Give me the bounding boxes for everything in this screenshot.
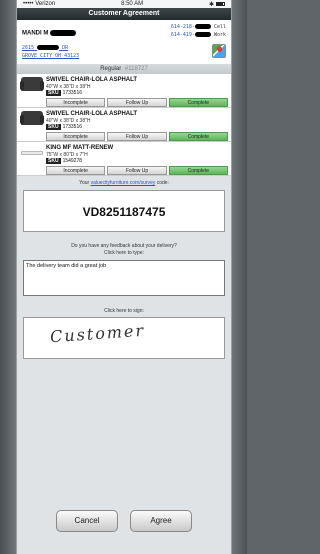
- item-name: SWIVEL CHAIR-LOLA ASPHALT: [46, 111, 137, 117]
- item-sku: SKU 1733516: [46, 90, 82, 96]
- sku-number: 1733516: [62, 124, 83, 130]
- carrier-signal: ••••• Verizon: [23, 1, 55, 7]
- list-item: SWIVEL CHAIR-LOLA ASPHALT 40"W x 38"D x …: [17, 108, 231, 142]
- agree-button[interactable]: Agree: [130, 510, 192, 532]
- list-item: SWIVEL CHAIR-LOLA ASPHALT 40"W x 38"D x …: [17, 74, 231, 108]
- follow-up-button[interactable]: Follow Up: [107, 98, 167, 107]
- sofa-image: [20, 77, 44, 91]
- complete-button[interactable]: Complete: [168, 166, 228, 175]
- map-pin-icon: [215, 45, 224, 53]
- sign-prompt: Click here to sign:: [104, 308, 144, 314]
- page-title: Customer Agreement: [17, 8, 231, 20]
- phone-work-link[interactable]: 614-419- Work: [171, 31, 226, 39]
- redaction-mark: [50, 30, 77, 36]
- address-suffix: DR: [62, 45, 69, 51]
- redaction-mark: [194, 32, 211, 37]
- complete-button[interactable]: Complete: [168, 98, 228, 107]
- mattress-image: [21, 151, 43, 155]
- sku-tag: SKU: [46, 158, 61, 164]
- redaction-mark: [194, 24, 211, 29]
- item-list: SWIVEL CHAIR-LOLA ASPHALT 40"W x 38"D x …: [17, 74, 231, 176]
- complete-button[interactable]: Complete: [168, 132, 228, 141]
- survey-suffix: code:: [156, 180, 169, 186]
- incomplete-button[interactable]: Incomplete: [46, 132, 106, 141]
- map-icon[interactable]: [212, 44, 226, 58]
- sku-tag: SKU: [46, 90, 61, 96]
- customer-panel: MANDI M 2615 DR GROVE CITY OH 43123 614-…: [17, 20, 231, 64]
- address-line-2: GROVE CITY OH 43123: [22, 53, 80, 59]
- status-bar: ••••• Verizon 8:50 AM ✱: [17, 0, 231, 8]
- sku-number: 1549278: [62, 158, 83, 164]
- survey-code: VD8251187475: [23, 190, 225, 232]
- item-sku: SKU 1549278: [46, 158, 82, 164]
- follow-up-button[interactable]: Follow Up: [107, 166, 167, 175]
- list-item: KING MF MATT-RENEW 75"W x 80"D x 7"H SKU…: [17, 142, 231, 176]
- customer-phones: 614-218- Cell 614-419- Work: [171, 23, 226, 39]
- item-actions: Incomplete Follow Up Complete: [46, 132, 228, 141]
- carrier-label: Verizon: [35, 1, 56, 7]
- signal-icon: •••••: [23, 1, 34, 7]
- clock: 8:50 AM: [121, 1, 144, 7]
- item-name: SWIVEL CHAIR-LOLA ASPHALT: [46, 77, 137, 83]
- item-actions: Incomplete Follow Up Complete: [46, 166, 228, 175]
- sofa-image: [20, 111, 44, 125]
- feedback-hint: Click here to type:: [103, 250, 145, 256]
- bluetooth-icon: ✱: [208, 1, 214, 8]
- phone-screen: ••••• Verizon 8:50 AM ✱ Customer Agreeme…: [16, 0, 232, 554]
- phone-work-label: Work: [213, 32, 226, 38]
- customer-name-text: MANDI M: [22, 30, 49, 37]
- survey-link[interactable]: valuecityfurniture.com/survey: [91, 180, 156, 186]
- follow-up-button[interactable]: Follow Up: [107, 132, 167, 141]
- order-type: Regular: [100, 66, 122, 72]
- backdrop-left: [0, 0, 16, 554]
- sku-number: 1733516: [62, 90, 83, 96]
- order-header: Regular #118727: [17, 64, 231, 74]
- battery-icon: [216, 2, 225, 6]
- customer-name: MANDI M: [22, 30, 77, 37]
- status-icons: ✱: [209, 1, 225, 8]
- feedback-question-text: Do you have any feedback about your deli…: [71, 243, 177, 249]
- customer-address-link[interactable]: 2615 DR GROVE CITY OH 43123: [22, 44, 79, 60]
- item-name: KING MF MATT-RENEW: [46, 145, 114, 151]
- order-ticket: #118727: [124, 66, 148, 72]
- signature-pad[interactable]: Customer: [23, 317, 225, 359]
- item-sku: SKU 1733516: [46, 124, 82, 130]
- survey-prefix: Your: [79, 180, 90, 186]
- feedback-textarea[interactable]: The delivery team did a great job: [23, 260, 225, 296]
- address-number: 2615: [22, 45, 35, 51]
- signature-stroke: Customer: [49, 320, 146, 347]
- phone-cell-number: 614-218-: [170, 24, 195, 30]
- phone-cell-label: Cell: [213, 24, 226, 30]
- sku-tag: SKU: [46, 124, 61, 130]
- redaction-mark: [37, 45, 60, 50]
- phone-cell-link[interactable]: 614-218- Cell: [171, 23, 226, 31]
- address-line-1: 2615 DR: [22, 44, 79, 52]
- phone-work-number: 614-419-: [170, 32, 195, 38]
- incomplete-button[interactable]: Incomplete: [46, 98, 106, 107]
- backdrop-right: [232, 0, 247, 554]
- cancel-button[interactable]: Cancel: [56, 510, 118, 532]
- feedback-question: Do you have any feedback about your deli…: [17, 243, 231, 257]
- item-actions: Incomplete Follow Up Complete: [46, 98, 228, 107]
- action-bar: Cancel Agree: [17, 500, 231, 544]
- survey-line: Your valuecityfurniture.com/survey code:: [17, 180, 231, 188]
- incomplete-button[interactable]: Incomplete: [46, 166, 106, 175]
